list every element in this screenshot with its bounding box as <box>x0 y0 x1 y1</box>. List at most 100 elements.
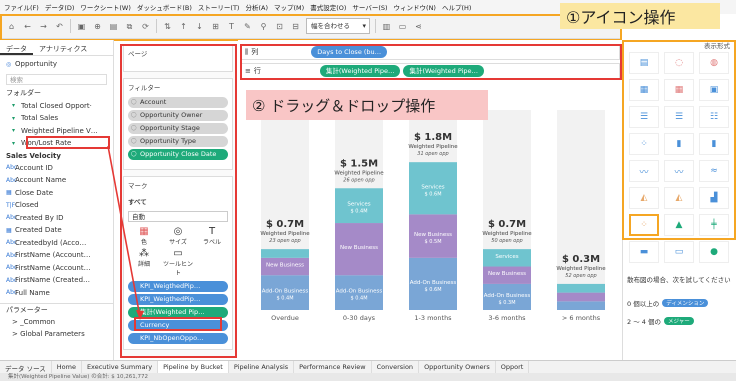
highlight-table-icon[interactable]: ▦ <box>664 79 694 101</box>
show-me-pane: 表示形式 ▤ ◌ ◍ ▦ ▦ ▣ ☰ ☰ ☷ ⁘ ▮ ▮ 〰 〰 ≈ ◭ ◭ ▟… <box>622 40 736 360</box>
columns-label: 列 <box>251 48 259 56</box>
segment-name: Services <box>495 254 518 260</box>
stacked-vbar-icon[interactable]: ▮ <box>699 133 729 155</box>
drag-drop-callout: ② ドラッグ＆ドロップ操作 <box>246 90 488 120</box>
dual-combo-icon[interactable]: ▟ <box>699 187 729 209</box>
bullet-icon[interactable]: ▭ <box>664 241 694 263</box>
category-label: 0-30 days <box>343 314 376 322</box>
hint-title: 散布図の場合、次を試してください <box>627 276 731 284</box>
rows-icon: ≡ <box>245 67 251 75</box>
segment-value: $ 0.6M <box>424 287 441 293</box>
bar-open-opps: 50 open opp <box>491 238 522 244</box>
tab-home[interactable]: Home <box>52 361 82 373</box>
show-me-label: 表示形式 <box>704 42 730 50</box>
rows-shelf[interactable]: ≡ 行 集計(Weighted Pipe… 集計(Weighted Pipe… <box>240 63 620 79</box>
bar-sublabel: Weighted Pipeline <box>482 231 532 237</box>
text-table-icon[interactable]: ▤ <box>629 52 659 74</box>
area-discrete-icon[interactable]: ◭ <box>664 187 694 209</box>
scatter-icon[interactable]: ⁘ <box>629 214 659 236</box>
segment-value: $ 0.6M <box>424 191 441 197</box>
line-icon[interactable]: 〰 <box>629 160 659 182</box>
side-by-side-bar-icon[interactable]: ☷ <box>699 106 729 128</box>
pipeline-chart: Add-On Business$ 0.4MNew Business$ 0.7MW… <box>260 110 606 322</box>
tab-datasource[interactable]: データ ソース <box>0 361 52 373</box>
circle-view-icon[interactable]: ⁘ <box>629 133 659 155</box>
rows-pill[interactable]: 集計(Weighted Pipe… <box>319 65 401 77</box>
bar-segment <box>557 301 605 310</box>
category-label: 1-3 months <box>414 314 452 322</box>
bar-sublabel: Weighted Pipeline <box>556 266 606 272</box>
rows-label: 行 <box>253 67 261 75</box>
category-label: > 6 months <box>562 314 601 322</box>
bar-sublabel: Weighted Pipeline <box>408 144 458 150</box>
category-label: Overdue <box>271 314 299 322</box>
bar-open-opps: 31 open opp <box>417 151 448 157</box>
segment-name: New Business <box>266 263 304 269</box>
stacked-hbar-icon[interactable]: ☰ <box>664 106 694 128</box>
viz-area: ⫼ 列 Days to Close (bu… ≡ 行 集計(Weighted P… <box>238 40 622 360</box>
hint-row: 2 ～ 4 個の メジャー <box>627 316 694 326</box>
bar-total: $ 1.8M <box>414 132 452 143</box>
filled-map-icon[interactable]: ◍ <box>699 52 729 74</box>
hint-row: 0 個以上の ディメンション <box>627 298 709 308</box>
bar-total: $ 0.7M <box>488 219 526 230</box>
sheet-tabs: データ ソース Home Executive Summary Pipeline … <box>0 360 736 373</box>
hint-text: 0 個以上の <box>627 300 660 308</box>
columns-shelf[interactable]: ⫼ 列 Days to Close (bu… <box>240 44 620 60</box>
tab-conversion[interactable]: Conversion <box>372 361 420 373</box>
segment-value: $ 0.4M <box>276 296 293 302</box>
tab-pipeline-analysis[interactable]: Pipeline Analysis <box>229 361 295 373</box>
segment-name: Services <box>347 202 370 208</box>
tab-opportunity-owners[interactable]: Opportunity Owners <box>419 361 496 373</box>
segment-name: New Business <box>340 245 378 251</box>
bar-total: $ 0.7M <box>266 219 304 230</box>
tab-performance-review[interactable]: Performance Review <box>294 361 372 373</box>
treemap-icon[interactable]: ▣ <box>699 79 729 101</box>
dimension-badge: ディメンション <box>662 299 709 307</box>
segment-value: $ 0.4M <box>350 209 367 215</box>
bar-open-opps: 52 open opp <box>565 273 596 279</box>
segment-name: Services <box>421 184 444 190</box>
category-label: 3-6 months <box>488 314 526 322</box>
measure-badge: メジャー <box>663 317 694 325</box>
status-bar: 集計(Weighted Pipeline Value) の合計: $ 10,26… <box>0 373 736 381</box>
bar-sublabel: Weighted Pipeline <box>260 231 310 237</box>
gantt-icon[interactable]: ▬ <box>629 241 659 263</box>
show-me-grid: ▤ ◌ ◍ ▦ ▦ ▣ ☰ ☰ ☷ ⁘ ▮ ▮ 〰 〰 ≈ ◭ ◭ ▟ ⁘ ▲ … <box>629 52 733 263</box>
rows-pill[interactable]: 集計(Weighted Pipe… <box>403 65 485 77</box>
segment-value: $ 0.5M <box>424 239 441 245</box>
bar-segment <box>557 283 605 293</box>
bar-total: $ 0.3M <box>562 254 600 265</box>
bar-sublabel: Weighted Pipeline <box>334 170 384 176</box>
segment-name: New Business <box>488 271 526 277</box>
tab-pipeline-by-bucket[interactable]: Pipeline by Bucket <box>158 361 229 373</box>
packed-bubbles-icon[interactable]: ● <box>699 241 729 263</box>
segment-value: $ 0.4M <box>350 296 367 302</box>
segment-name: Add-On Business <box>484 293 531 299</box>
vbar-icon[interactable]: ▮ <box>664 133 694 155</box>
bar-segment <box>557 292 605 302</box>
box-whisker-icon[interactable]: ╪ <box>699 214 729 236</box>
segment-name: Add-On Business <box>262 289 309 295</box>
map-icon[interactable]: ◌ <box>664 52 694 74</box>
hbar-icon[interactable]: ☰ <box>629 106 659 128</box>
segment-name: New Business <box>414 232 452 238</box>
columns-pill[interactable]: Days to Close (bu… <box>311 46 388 58</box>
tab-opport[interactable]: Opport <box>496 361 530 373</box>
segment-name: Add-On Business <box>410 280 457 286</box>
tab-executive-summary[interactable]: Executive Summary <box>82 361 159 373</box>
histogram-icon[interactable]: ▲ <box>664 214 694 236</box>
line-discrete-icon[interactable]: 〰 <box>664 160 694 182</box>
bar-total: $ 1.5M <box>340 158 378 169</box>
hint-text: 2 ～ 4 個の <box>627 318 661 326</box>
bar-segment <box>261 249 309 258</box>
segment-value: $ 0.3M <box>498 300 515 306</box>
bar-background <box>557 110 605 310</box>
columns-icon: ⫼ <box>245 47 249 56</box>
dual-line-icon[interactable]: ≈ <box>699 160 729 182</box>
bar-open-opps: 26 open opp <box>343 177 374 183</box>
segment-name: Add-On Business <box>336 289 383 295</box>
bar-open-opps: 23 open opp <box>269 238 300 244</box>
heat-map-icon[interactable]: ▦ <box>629 79 659 101</box>
area-icon[interactable]: ◭ <box>629 187 659 209</box>
